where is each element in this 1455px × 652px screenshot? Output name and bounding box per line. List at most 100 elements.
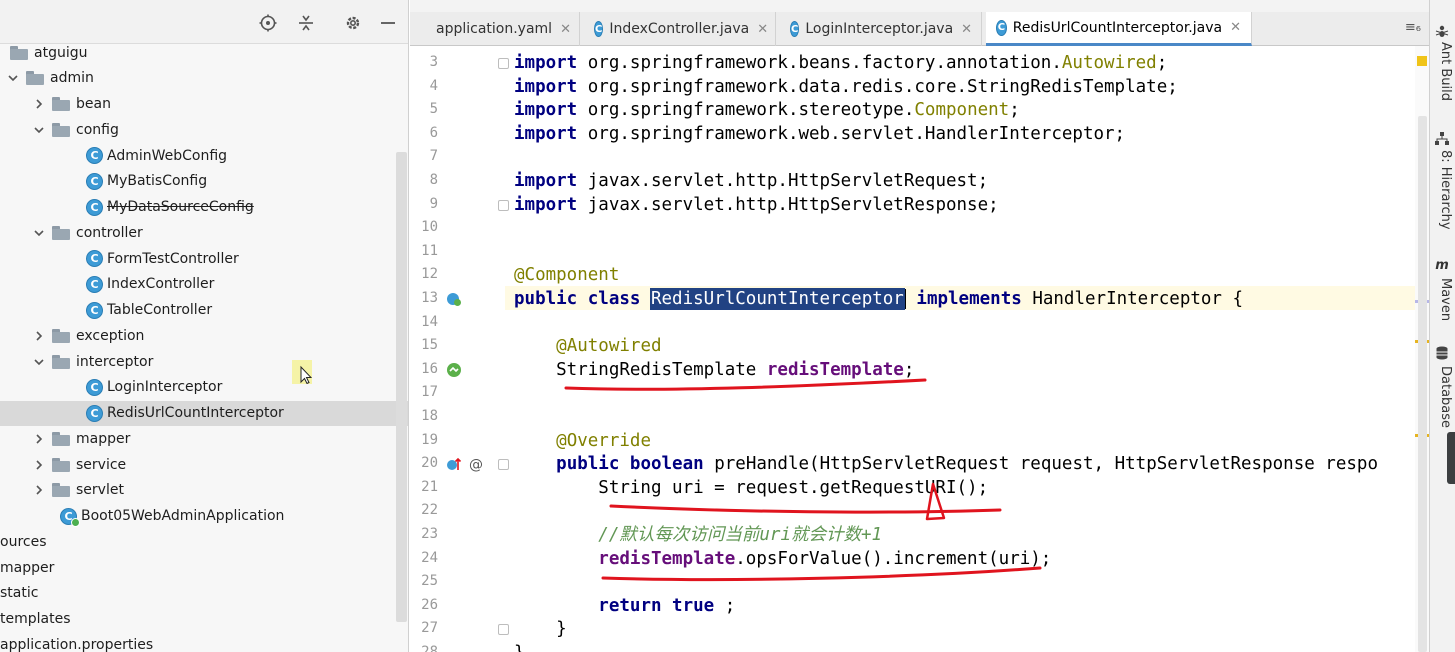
minimize-icon[interactable] xyxy=(376,11,400,35)
tree-folder-item[interactable]: bean xyxy=(0,92,408,117)
selected-identifier: RedisUrlCountInterceptor xyxy=(649,288,905,310)
code-line[interactable]: } xyxy=(514,617,567,641)
spring-bean-icon[interactable] xyxy=(446,291,462,307)
database-tool[interactable]: Database xyxy=(1433,366,1453,428)
chevron-right-icon[interactable] xyxy=(30,430,48,448)
fold-marker-icon[interactable] xyxy=(498,624,509,636)
locate-icon[interactable] xyxy=(256,11,280,35)
tree-class-item[interactable]: C IndexController xyxy=(0,272,408,297)
code-line[interactable]: public boolean preHandle(HttpServletRequ… xyxy=(514,452,1378,476)
code-line[interactable]: import javax.servlet.http.HttpServletRes… xyxy=(514,193,999,217)
maven-tool[interactable]: Maven xyxy=(1433,278,1453,321)
tree-folder-item[interactable]: exception xyxy=(0,323,408,348)
editor-scrollbar[interactable] xyxy=(1418,116,1427,652)
tree-class-item[interactable]: C AdminWebConfig xyxy=(0,143,408,168)
close-icon[interactable]: ✕ xyxy=(560,22,571,37)
tab-login-interceptor[interactable]: C LoginInterceptor.java ✕ xyxy=(780,12,982,46)
code-line[interactable]: String uri = request.getRequestURI(); xyxy=(514,476,988,500)
tab-index-controller[interactable]: C IndexController.java ✕ xyxy=(584,12,776,46)
tree-scrollbar[interactable] xyxy=(396,152,407,622)
tree-class-item[interactable]: C TableController xyxy=(0,298,408,323)
chevron-right-icon[interactable] xyxy=(30,456,48,474)
chevron-down-icon[interactable] xyxy=(30,353,48,371)
chevron-down-icon[interactable] xyxy=(30,224,48,242)
tree-folder-item[interactable]: mapper xyxy=(0,426,408,451)
code-token: } xyxy=(514,643,525,652)
tree-resource-item[interactable]: ources xyxy=(0,529,408,554)
code-line[interactable]: } xyxy=(514,641,525,652)
code-line[interactable]: @Autowired xyxy=(514,334,661,358)
code-area[interactable]: import org.springframework.beans.factory… xyxy=(514,46,1419,652)
tree-folder-item[interactable]: controller xyxy=(0,220,408,245)
tab-application-yaml[interactable]: application.yaml ✕ xyxy=(420,12,580,46)
ant-build-tool[interactable]: Ant Build xyxy=(1433,42,1453,101)
chevron-right-icon[interactable] xyxy=(30,95,48,113)
close-icon[interactable]: ✕ xyxy=(757,22,768,37)
fold-marker-icon[interactable] xyxy=(498,58,509,69)
mouse-cursor-highlight xyxy=(292,360,313,385)
collapse-icon[interactable] xyxy=(294,11,318,35)
fold-marker-icon[interactable] xyxy=(498,459,509,471)
code-line[interactable]: import org.springframework.stereotype.Co… xyxy=(514,98,1020,122)
line-number: 27 xyxy=(421,620,438,637)
side-widget[interactable] xyxy=(1447,432,1455,484)
at-annotation-icon[interactable]: @ xyxy=(468,456,484,473)
tree-folder-item[interactable]: interceptor xyxy=(0,349,408,374)
mouse-pointer-icon xyxy=(300,365,313,385)
code-line[interactable]: return true ; xyxy=(514,594,735,618)
database-icon xyxy=(1435,346,1449,360)
tree-class-item[interactable]: C FormTestController xyxy=(0,246,408,271)
warning-marker-icon[interactable] xyxy=(1417,56,1427,66)
autowired-bean-icon[interactable] xyxy=(446,362,462,378)
class-icon: C xyxy=(86,250,103,267)
code-line[interactable]: import javax.servlet.http.HttpServletReq… xyxy=(514,169,988,193)
tree-class-item[interactable]: C LoginInterceptor xyxy=(0,375,408,400)
tab-label: application.yaml xyxy=(436,21,553,37)
code-line[interactable]: @Override xyxy=(514,429,651,453)
tree-resource-item[interactable]: mapper xyxy=(0,555,408,580)
tree-class-item[interactable]: C MyDataSourceConfig xyxy=(0,195,408,220)
line-number: 4 xyxy=(429,77,438,94)
tree-item-label: LoginInterceptor xyxy=(107,379,223,396)
code-line[interactable]: StringRedisTemplate redisTemplate; xyxy=(514,358,914,382)
code-line[interactable]: //默认每次访问当前uri就会计数+1 xyxy=(514,523,882,547)
fold-marker-icon[interactable] xyxy=(498,199,509,211)
tree-class-item[interactable]: C Boot05WebAdminApplication xyxy=(0,504,408,529)
line-number: 26 xyxy=(421,596,438,613)
tree-folder-item[interactable]: servlet xyxy=(0,478,408,503)
code-token: org.springframework.web.servlet.HandlerI… xyxy=(587,123,1126,144)
tree-item-label: servlet xyxy=(76,482,124,499)
tree-class-item[interactable]: C MyBatisConfig xyxy=(0,169,408,194)
tree-resource-item[interactable]: application.properties xyxy=(0,632,408,652)
package-folder-icon xyxy=(52,225,70,240)
chevron-down-icon[interactable] xyxy=(4,69,22,87)
tab-redis-url-count-interceptor[interactable]: C RedisUrlCountInterceptor.java ✕ xyxy=(986,12,1252,46)
code-line[interactable]: import org.springframework.web.servlet.H… xyxy=(514,122,1125,146)
tab-list-menu-button[interactable]: ≡₆ xyxy=(1405,20,1421,35)
close-icon[interactable]: ✕ xyxy=(961,22,972,37)
tree-folder-item[interactable]: config xyxy=(0,117,408,142)
code-line[interactable]: import org.springframework.data.redis.co… xyxy=(514,75,1178,99)
tree-item-label: MyDataSourceConfig xyxy=(107,199,254,215)
gear-icon[interactable] xyxy=(341,11,365,35)
tree-folder-item[interactable]: service xyxy=(0,452,408,477)
code-line[interactable]: import org.springframework.beans.factory… xyxy=(514,51,1167,75)
close-icon[interactable]: ✕ xyxy=(1230,20,1241,35)
tree-item-label: ources xyxy=(0,533,47,550)
override-method-icon[interactable] xyxy=(446,456,462,472)
code-line[interactable]: redisTemplate.opsForValue().increment(ur… xyxy=(514,547,1051,571)
error-stripe[interactable] xyxy=(1415,46,1429,652)
code-line[interactable]: @Component xyxy=(514,263,619,287)
tree-class-item[interactable]: C RedisUrlCountInterceptor xyxy=(0,400,408,426)
code-line[interactable]: public class RedisUrlCountInterceptor im… xyxy=(514,287,1243,311)
tree-folder-item[interactable]: atguigu xyxy=(0,40,408,65)
chevron-right-icon[interactable] xyxy=(30,327,48,345)
tree-folder-item[interactable]: admin xyxy=(0,66,408,91)
chevron-down-icon[interactable] xyxy=(30,121,48,139)
chevron-right-icon[interactable] xyxy=(30,481,48,499)
tree-resource-item[interactable]: templates xyxy=(0,607,408,632)
tree-item-label: TableController xyxy=(107,302,213,318)
tree-resource-item[interactable]: static xyxy=(0,581,408,606)
hierarchy-tool[interactable]: 8: Hierarchy xyxy=(1433,150,1453,230)
